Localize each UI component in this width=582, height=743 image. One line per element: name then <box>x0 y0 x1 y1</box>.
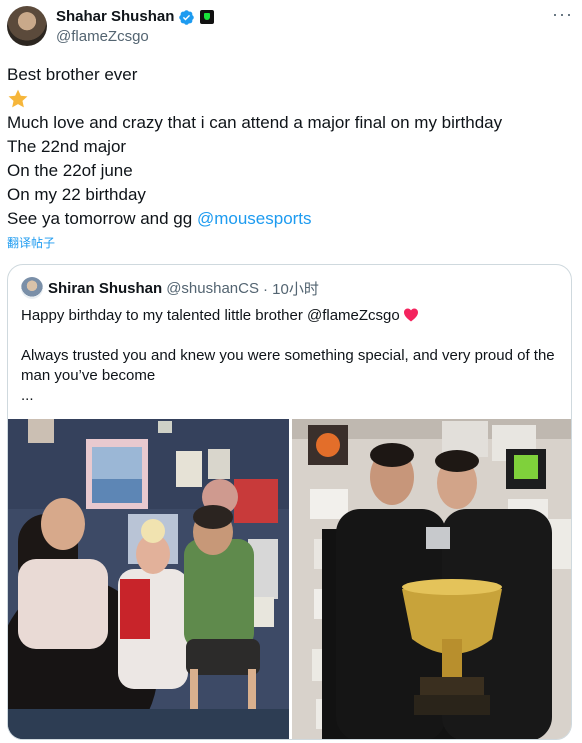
quoted-line: Always trusted you and knew you were som… <box>21 347 555 384</box>
red-heart-emoji-icon <box>403 308 418 322</box>
affiliate-badge-icon[interactable] <box>200 10 215 24</box>
verified-badge-icon <box>179 9 195 25</box>
quoted-author-handle: @shushanCS <box>166 279 259 297</box>
quoted-author-name: Shiran Shushan <box>48 279 163 297</box>
tweet-text: Best brother ever Much love and crazy th… <box>7 63 567 231</box>
photo-trophy-scene <box>292 419 571 739</box>
tweet-line: The 22nd major <box>7 137 127 156</box>
quoted-ellipsis: ... <box>21 387 34 404</box>
author-avatar[interactable] <box>7 6 47 46</box>
tweet-line: On my 22 birthday <box>7 185 146 204</box>
quoted-tweet[interactable]: Shiran Shushan @shushanCS · 10小时 Happy bir… <box>7 264 572 740</box>
author-names: Shahar Shushan @flameZcsgo <box>56 8 215 47</box>
quoted-line: Happy birthday to my talented little bro… <box>21 306 561 326</box>
quoted-timestamp: · 10小时 <box>262 280 319 298</box>
tweet-line: See ya tomorrow and gg <box>7 209 197 228</box>
quoted-tweet-header: Shiran Shushan @shushanCS · 10小时 <box>21 277 319 299</box>
tweet-card: Shahar Shushan @flameZcsgo ··· Best brot… <box>0 0 582 743</box>
quoted-tweet-text: Happy birthday to my talented little bro… <box>21 306 561 406</box>
quoted-author-avatar <box>21 277 43 299</box>
tweet-line-with-mention: See ya tomorrow and gg @mousesports <box>7 207 567 231</box>
tweet-header: Shahar Shushan @flameZcsgo ··· <box>7 5 572 48</box>
tweet-line: On the 22of june <box>7 161 133 180</box>
author-handle[interactable]: @flameZcsgo <box>56 27 214 47</box>
more-options-icon[interactable]: ··· <box>552 5 572 26</box>
author-display-name[interactable]: Shahar Shushan <box>56 8 174 26</box>
mention-link[interactable]: @mousesports <box>197 209 312 228</box>
photo-childhood[interactable] <box>8 419 289 739</box>
star-emoji-icon <box>8 89 28 108</box>
translate-post-link[interactable]: 翻译帖子 <box>7 234 55 251</box>
photo-trophy[interactable] <box>292 419 571 739</box>
tweet-line: Much love and crazy that i can attend a … <box>7 113 503 132</box>
quoted-line-text: Happy birthday to my talented little bro… <box>21 307 400 324</box>
tweet-line: Best brother ever <box>7 65 138 84</box>
photo-childhood-scene <box>8 419 289 739</box>
